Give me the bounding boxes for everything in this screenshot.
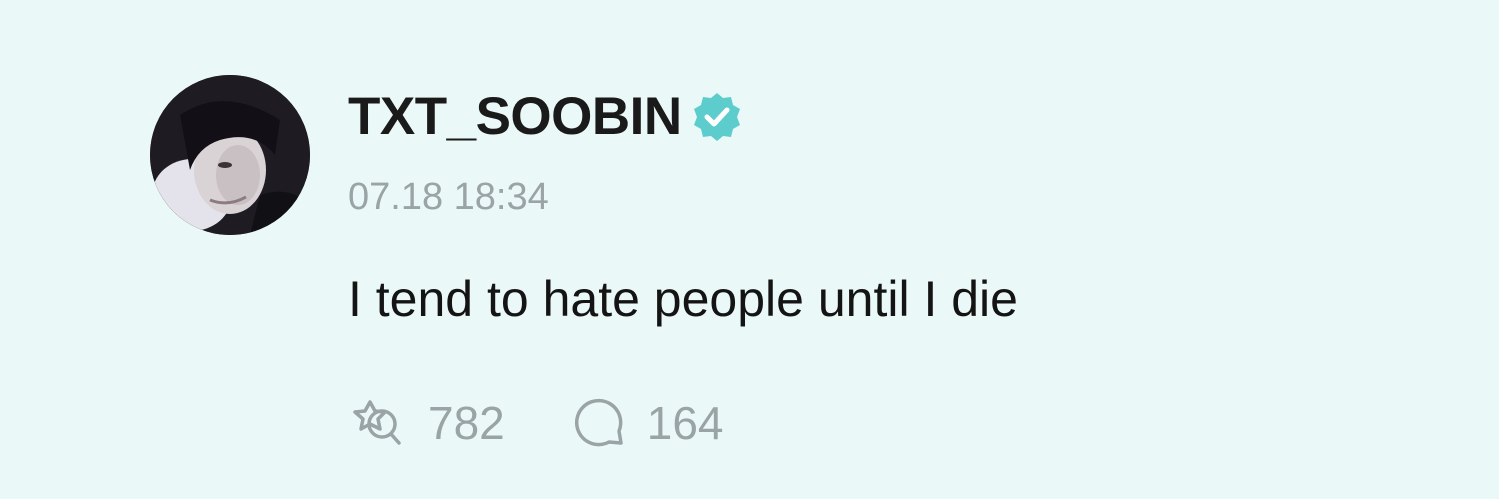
repost-count: 782 <box>428 397 505 449</box>
comment-count: 164 <box>646 397 724 449</box>
comment-button[interactable]: 164 <box>569 395 724 451</box>
avatar[interactable] <box>150 75 310 235</box>
profile-photo <box>150 75 310 235</box>
author-row: TXT_SOOBIN <box>348 83 744 149</box>
verified-badge-icon <box>693 93 740 141</box>
repost-icon <box>353 400 401 445</box>
post-timestamp: 07.18 18:34 <box>348 176 549 218</box>
author-username[interactable]: TXT_SOOBIN <box>348 86 682 147</box>
post-content: I tend to hate people until I die <box>348 271 1018 327</box>
repost-button[interactable]: 782 <box>348 396 505 450</box>
post-actions: 782 164 <box>348 392 724 454</box>
comment-bubble-icon <box>574 398 623 447</box>
post-card: TXT_SOOBIN 07.18 18:34 I tend to hate pe… <box>0 0 1499 499</box>
